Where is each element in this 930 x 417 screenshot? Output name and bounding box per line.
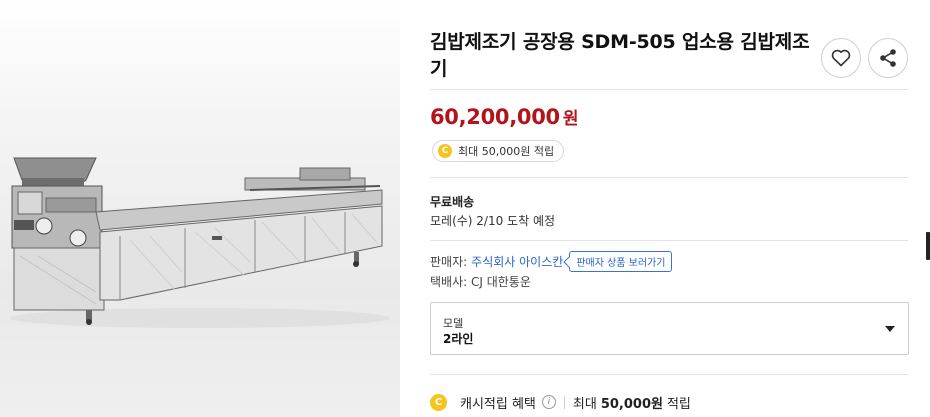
points-text: 최대 50,000원 적립 [458,145,555,158]
divider [430,177,908,178]
price-unit: 원 [562,109,579,129]
courier-info: 택배사: CJ 대한통운 [430,275,531,289]
price: 60,200,000 원 [430,104,579,129]
coin-icon: C [438,144,452,158]
cashback-amount: 50,000원 [600,396,663,412]
seller-name-link[interactable]: 주식회사 아이스칸 [471,253,563,270]
points-badge[interactable]: C 최대 50,000원 적립 [432,140,565,162]
divider [430,89,908,90]
model-option-select[interactable]: 모델 2라인 [430,302,909,355]
shipping-title: 무료배송 [430,195,475,209]
divider [430,374,908,375]
share-icon [880,49,896,67]
share-button[interactable] [868,38,908,78]
shipping-date: 모레(수) 2/10 도착 예정 [430,214,556,228]
price-amount: 60,200,000 [430,105,560,129]
info-icon[interactable]: i [541,395,556,409]
option-label: 모델 [443,317,464,330]
cashback-prefix: 최대 [572,396,597,412]
cashback-label: 캐시적립 혜택 [460,396,536,412]
caret-down-icon [885,326,895,332]
seller-label: 판매자: [430,255,468,269]
divider [430,240,908,241]
option-value: 2라인 [443,332,474,346]
scrollbar-handle[interactable] [926,232,930,260]
product-title: 김밥제조기 공장용 SDM-505 업소용 김밥제조기 [430,31,810,80]
product-image [0,0,400,417]
seller-row: 판매자: 주식회사 아이스칸 판매자 상품 보러가기 [430,251,673,272]
cashback-row: C 캐시적립 혜택 i 최대 50,000원 적립 [430,391,691,413]
product-info-panel: 김밥제조기 공장용 SDM-505 업소용 김밥제조기 60,200,000 원 … [430,0,910,417]
seller-products-button[interactable]: 판매자 상품 보러가기 [569,251,673,272]
separator [563,395,565,409]
kimbap-machine-illustration [10,157,390,328]
heart-icon [831,49,851,67]
cashback-suffix: 적립 [666,396,691,412]
wishlist-button[interactable] [821,38,861,78]
coin-icon: C [430,393,447,411]
